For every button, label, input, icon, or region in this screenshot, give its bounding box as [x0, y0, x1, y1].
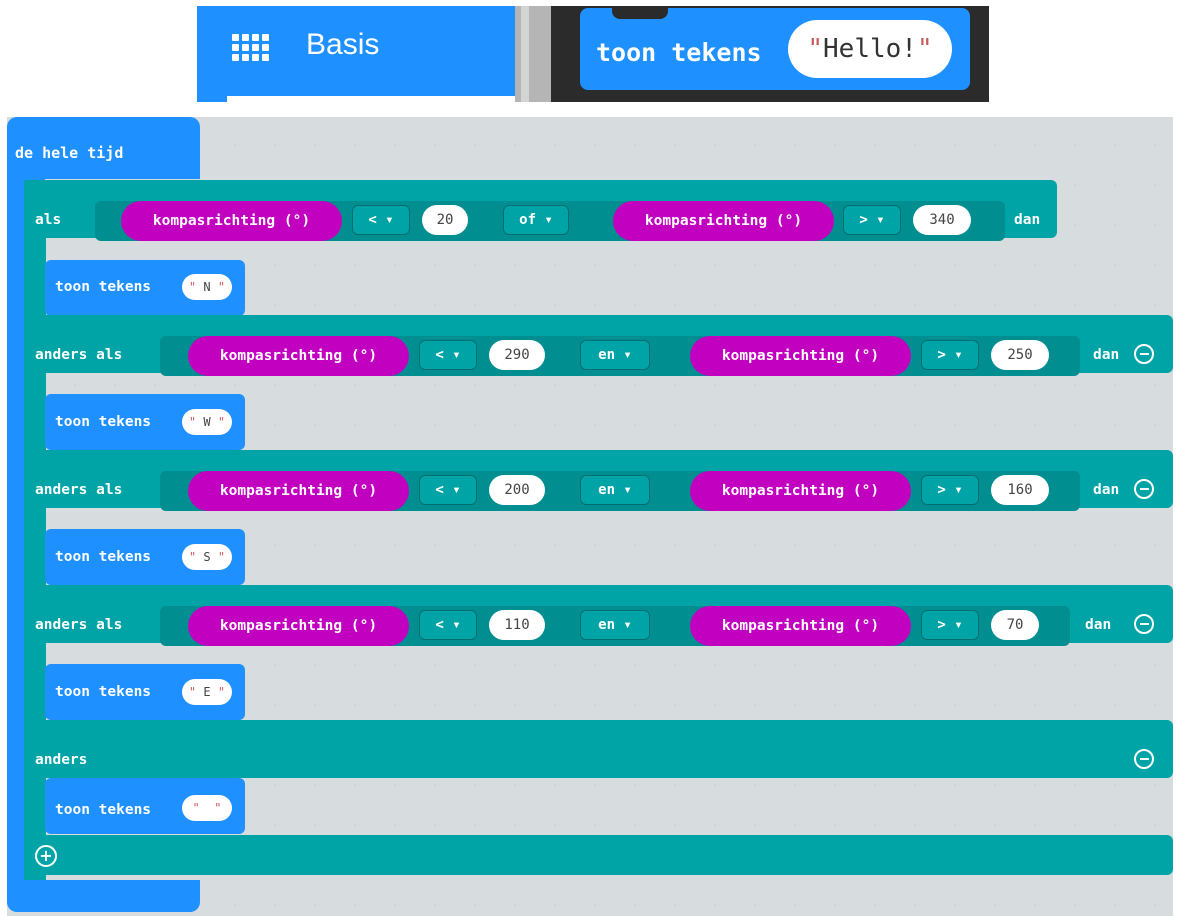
then-label: dan: [1085, 617, 1112, 633]
compare-op-dropdown[interactable]: > ▾: [843, 205, 901, 235]
compare-op-dropdown[interactable]: > ▾: [921, 475, 979, 505]
string-input[interactable]: " E ": [182, 679, 232, 705]
and-dropdown[interactable]: en ▾: [580, 610, 650, 640]
category-underline: [227, 96, 515, 102]
remove-branch-icon[interactable]: [1134, 479, 1154, 499]
remove-branch-icon[interactable]: [1134, 614, 1154, 634]
compass-heading-block[interactable]: kompasrichting (°): [690, 606, 911, 646]
number-input[interactable]: 340: [913, 205, 971, 235]
compass-heading-block[interactable]: kompasrichting (°): [690, 336, 911, 376]
else-if-label: anders als: [35, 617, 123, 633]
sample-block-label: toon tekens: [596, 38, 762, 67]
show-string-label: toon tekens: [55, 414, 152, 430]
else-label: anders: [35, 752, 88, 768]
then-label: dan: [1093, 347, 1120, 363]
number-input[interactable]: 160: [991, 475, 1049, 505]
add-branch-icon[interactable]: +: [35, 845, 57, 867]
number-input[interactable]: 70: [991, 610, 1039, 640]
string-input[interactable]: " N ": [182, 274, 232, 300]
and-dropdown[interactable]: en ▾: [580, 340, 650, 370]
string-input[interactable]: " W ": [182, 409, 232, 435]
compass-heading-block[interactable]: kompasrichting (°): [121, 201, 342, 241]
show-string-label: toon tekens: [55, 279, 152, 295]
string-value: S: [203, 550, 211, 564]
forever-block-foot: [7, 880, 200, 912]
compare-op-dropdown[interactable]: < ▾: [419, 475, 477, 505]
compass-heading-block[interactable]: kompasrichting (°): [613, 201, 834, 241]
string-input[interactable]: " ": [182, 795, 232, 821]
else-if-label: anders als: [35, 347, 123, 363]
number-input[interactable]: 200: [489, 475, 545, 505]
remove-else-icon[interactable]: [1134, 749, 1154, 769]
show-string-label: toon tekens: [55, 684, 152, 700]
block-notch: [612, 6, 668, 19]
grid-icon: [232, 34, 269, 64]
show-string-label: toon tekens: [55, 549, 152, 565]
compare-op-dropdown[interactable]: < ▾: [352, 205, 410, 235]
else-section[interactable]: [24, 720, 1173, 778]
show-string-label: toon tekens: [55, 802, 152, 818]
compare-op-dropdown[interactable]: > ▾: [921, 340, 979, 370]
else-if-label: anders als: [35, 482, 123, 498]
string-value: N: [203, 280, 211, 294]
compass-heading-block[interactable]: kompasrichting (°): [188, 336, 409, 376]
number-input[interactable]: 290: [489, 340, 545, 370]
compass-heading-block[interactable]: kompasrichting (°): [188, 471, 409, 511]
number-input[interactable]: 20: [422, 205, 468, 235]
string-value: W: [203, 415, 211, 429]
and-dropdown[interactable]: en ▾: [580, 475, 650, 505]
compass-heading-block[interactable]: kompasrichting (°): [690, 471, 911, 511]
string-input[interactable]: " S ": [182, 544, 232, 570]
compare-op-dropdown[interactable]: < ▾: [419, 340, 477, 370]
then-label: dan: [1093, 482, 1120, 498]
number-input[interactable]: 250: [991, 340, 1049, 370]
forever-label: de hele tijd: [15, 144, 124, 162]
compare-op-dropdown[interactable]: > ▾: [921, 610, 979, 640]
or-dropdown[interactable]: of ▾: [503, 205, 569, 235]
sample-string-input[interactable]: " Hello! ": [788, 20, 952, 78]
remove-branch-icon[interactable]: [1134, 344, 1154, 364]
if-label: als: [35, 212, 62, 228]
number-input[interactable]: 110: [489, 610, 545, 640]
then-label: dan: [1014, 212, 1041, 228]
string-value: E: [203, 685, 211, 699]
compass-heading-block[interactable]: kompasrichting (°): [188, 606, 409, 646]
sample-string-value: Hello!: [823, 34, 917, 64]
scrollbar-divider: [521, 6, 529, 102]
if-block-footer: [24, 835, 1173, 875]
compare-op-dropdown[interactable]: < ▾: [419, 610, 477, 640]
category-label: Basis: [306, 28, 380, 61]
